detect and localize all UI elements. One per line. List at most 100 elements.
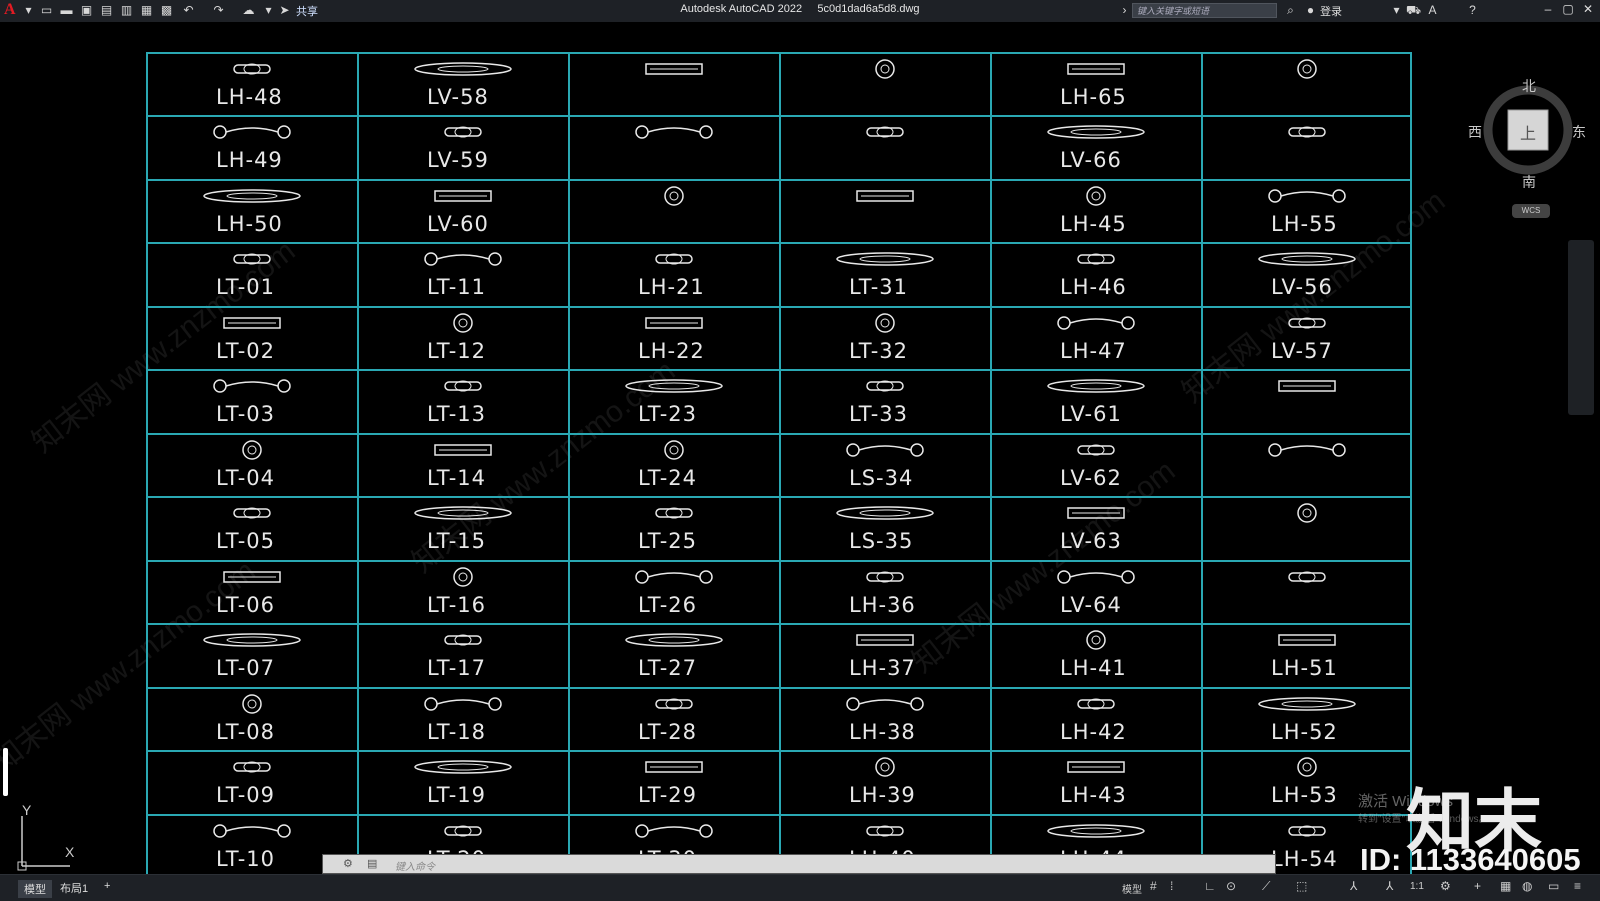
handle-drawing[interactable] xyxy=(835,502,935,529)
handle-symbol[interactable] xyxy=(654,502,694,524)
catalog-cell[interactable]: LT-12 xyxy=(357,306,568,369)
handle-drawing[interactable] xyxy=(634,820,714,847)
handle-symbol[interactable] xyxy=(634,820,714,842)
handle-symbol[interactable] xyxy=(403,566,523,588)
handle-drawing[interactable] xyxy=(1066,502,1126,529)
handle-drawing[interactable] xyxy=(654,248,694,275)
handle-symbol[interactable] xyxy=(202,185,302,207)
handle-symbol[interactable] xyxy=(1257,248,1357,270)
annotation-scale-value[interactable]: 1:1 xyxy=(1410,881,1424,892)
handle-symbol[interactable] xyxy=(825,58,945,80)
handle-symbol[interactable] xyxy=(644,58,704,80)
workspace-icon[interactable]: ☁ xyxy=(242,4,255,17)
minimize-button[interactable]: – xyxy=(1540,2,1556,16)
tab-model[interactable]: 模型 xyxy=(18,880,52,898)
handle-drawing[interactable] xyxy=(1046,820,1146,847)
handle-symbol[interactable] xyxy=(845,439,925,461)
polar-icon[interactable]: ⊙ xyxy=(1226,879,1236,893)
handle-symbol[interactable] xyxy=(865,375,905,397)
handle-drawing[interactable] xyxy=(403,312,523,339)
handle-drawing[interactable] xyxy=(222,312,282,339)
workspace-gear-icon[interactable]: ⚙ xyxy=(1440,879,1451,893)
handle-drawing[interactable] xyxy=(423,693,503,720)
catalog-cell[interactable]: LT-33 xyxy=(779,369,990,432)
catalog-cell[interactable]: LV-56 xyxy=(1201,242,1412,305)
command-line[interactable]: ⚙ ▤ 键入命令 xyxy=(322,854,1276,874)
handle-drawing[interactable] xyxy=(624,629,724,656)
handle-symbol[interactable] xyxy=(1046,820,1146,842)
handle-symbol[interactable] xyxy=(654,248,694,270)
catalog-cell[interactable]: LH-65 xyxy=(990,52,1201,115)
handle-symbol[interactable] xyxy=(413,502,513,524)
catalog-cell[interactable]: LV-64 xyxy=(990,560,1201,623)
handle-symbol[interactable] xyxy=(634,121,714,143)
catalog-cell[interactable]: LT-09 xyxy=(146,750,357,813)
handle-drawing[interactable] xyxy=(1247,756,1367,783)
drawing-canvas[interactable]: 知末网 www.znzmo.com 知末网 www.znzmo.com 知末网 … xyxy=(0,22,1600,877)
handle-drawing[interactable] xyxy=(1046,121,1146,148)
command-history-icon[interactable]: ▤ xyxy=(367,857,377,870)
handle-symbol[interactable] xyxy=(443,375,483,397)
catalog-cell[interactable]: LT-08 xyxy=(146,687,357,750)
handle-symbol[interactable] xyxy=(232,756,272,778)
handle-drawing[interactable] xyxy=(825,756,945,783)
viewcube-south[interactable]: 南 xyxy=(1522,172,1536,192)
catalog-cell[interactable]: LH-36 xyxy=(779,560,990,623)
handle-drawing[interactable] xyxy=(232,248,272,275)
handle-drawing[interactable] xyxy=(413,756,513,783)
handle-drawing[interactable] xyxy=(1066,756,1126,783)
clean-screen-icon[interactable]: ▭ xyxy=(1548,879,1559,893)
catalog-cell[interactable]: LH-22 xyxy=(568,306,779,369)
handle-drawing[interactable] xyxy=(624,375,724,402)
catalog-cell[interactable]: LH-49 xyxy=(146,115,357,178)
redo-icon[interactable]: ↷ xyxy=(212,4,225,17)
search-input[interactable]: 键入关键字或短语 xyxy=(1132,3,1277,18)
catalog-cell[interactable]: LV-62 xyxy=(990,433,1201,496)
handle-drawing[interactable] xyxy=(433,439,493,466)
handle-symbol[interactable] xyxy=(1076,693,1116,715)
app-menu-chevron-icon[interactable]: ▾ xyxy=(22,4,35,17)
catalog-cell[interactable]: LH-45 xyxy=(990,179,1201,242)
handle-symbol[interactable] xyxy=(1287,820,1327,842)
maximize-button[interactable]: ▢ xyxy=(1560,2,1576,16)
catalog-cell[interactable]: LT-03 xyxy=(146,369,357,432)
handle-symbol[interactable] xyxy=(835,502,935,524)
handle-symbol[interactable] xyxy=(624,629,724,651)
handle-drawing[interactable] xyxy=(1056,566,1136,593)
catalog-cell[interactable] xyxy=(1201,52,1412,115)
handle-drawing[interactable] xyxy=(1257,248,1357,275)
catalog-cell[interactable] xyxy=(1201,496,1412,559)
handle-drawing[interactable] xyxy=(1277,629,1337,656)
handle-symbol[interactable] xyxy=(1056,312,1136,334)
handle-symbol[interactable] xyxy=(403,312,523,334)
handle-symbol[interactable] xyxy=(413,756,513,778)
share-button[interactable]: 共享 xyxy=(296,3,318,19)
handle-drawing[interactable] xyxy=(1267,185,1347,212)
handle-drawing[interactable] xyxy=(835,248,935,275)
handle-drawing[interactable] xyxy=(614,185,734,212)
handle-symbol[interactable] xyxy=(1277,375,1337,397)
handle-drawing[interactable] xyxy=(634,566,714,593)
viewcube-east[interactable]: 东 xyxy=(1572,122,1586,142)
handle-symbol[interactable] xyxy=(1036,185,1156,207)
undo-icon[interactable]: ↶ xyxy=(182,4,195,17)
catalog-cell[interactable]: LT-06 xyxy=(146,560,357,623)
catalog-cell[interactable]: LH-39 xyxy=(779,750,990,813)
handle-symbol[interactable] xyxy=(212,820,292,842)
catalog-cell[interactable]: LH-38 xyxy=(779,687,990,750)
command-customize-icon[interactable]: ⚙ xyxy=(343,857,353,870)
handle-symbol[interactable] xyxy=(1287,121,1327,143)
handle-symbol[interactable] xyxy=(1287,312,1327,334)
handle-symbol[interactable] xyxy=(865,566,905,588)
catalog-cell[interactable] xyxy=(1201,560,1412,623)
handle-symbol[interactable] xyxy=(1287,566,1327,588)
handle-drawing[interactable] xyxy=(1036,629,1156,656)
catalog-cell[interactable]: LH-37 xyxy=(779,623,990,686)
handle-drawing[interactable] xyxy=(1267,439,1347,466)
catalog-cell[interactable]: LT-05 xyxy=(146,496,357,559)
catalog-cell[interactable]: LV-63 xyxy=(990,496,1201,559)
customization-menu-icon[interactable]: ≡ xyxy=(1574,879,1581,893)
handle-drawing[interactable] xyxy=(413,58,513,85)
handle-drawing[interactable] xyxy=(1076,439,1116,466)
handle-symbol[interactable] xyxy=(192,439,312,461)
